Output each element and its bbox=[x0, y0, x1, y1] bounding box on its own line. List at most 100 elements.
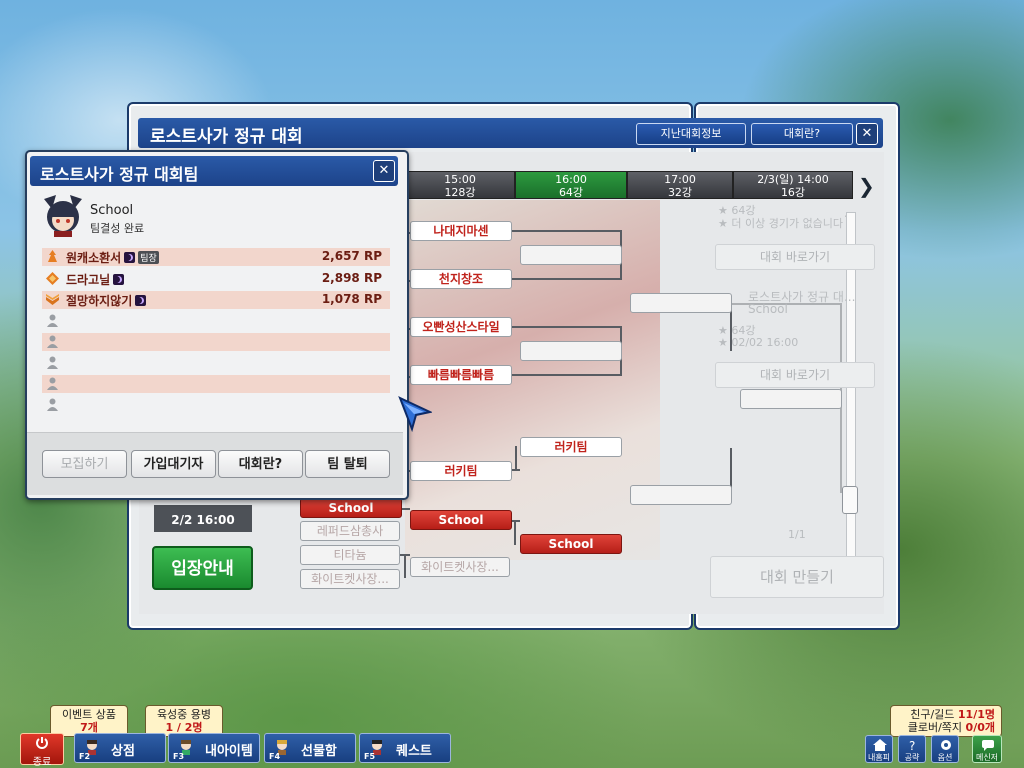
waitlist-button[interactable]: 가입대기자 bbox=[131, 450, 216, 478]
shop-button[interactable]: F2 상점 bbox=[74, 733, 166, 763]
bracket-team-slot[interactable]: 화이트켓사장... bbox=[300, 569, 400, 589]
bracket-scroll-thumb[interactable] bbox=[842, 486, 858, 514]
side-team-name: School bbox=[748, 302, 788, 316]
empty-member-slot bbox=[42, 354, 390, 372]
bracket-line bbox=[510, 374, 620, 376]
team-member-row[interactable]: 드라고닐 2,898 RP bbox=[42, 270, 390, 288]
timeline-time: 15:00 bbox=[444, 173, 476, 186]
team-member-row[interactable]: 절망하지않기 1,078 RP bbox=[42, 291, 390, 309]
clover-note-line: 클로버/쪽지 0/0개 bbox=[907, 721, 995, 734]
timeline-time: 2/3(일) 14:00 bbox=[757, 173, 829, 186]
team-popup-title: 로스트사가 정규 대회팀 bbox=[40, 165, 199, 184]
empty-person-icon bbox=[47, 335, 58, 348]
mouse-cursor-icon bbox=[398, 396, 432, 432]
timeline-round-16[interactable]: 2/3(일) 14:00 16강 bbox=[733, 171, 853, 199]
team-member-row[interactable]: 원캐소환서 팀장 2,657 RP bbox=[42, 248, 390, 266]
timeline-round: 16강 bbox=[780, 186, 806, 199]
leave-team-button[interactable]: 팀 탈퇴 bbox=[305, 450, 390, 478]
bracket-team-slot[interactable]: 천지창조 bbox=[410, 269, 512, 289]
timeline-round-32[interactable]: 17:00 32강 bbox=[627, 171, 733, 199]
timeline-round: 32강 bbox=[667, 186, 693, 199]
round-timeline: 15:00 128강 16:00 64강 17:00 32강 2/3(일) 14… bbox=[405, 171, 853, 199]
timeline-time: 16:00 bbox=[555, 173, 587, 186]
guide-label: 공략 bbox=[904, 753, 920, 762]
tournament-close-button[interactable]: ✕ bbox=[856, 123, 878, 145]
team-status: 팀결성 완료 bbox=[90, 222, 145, 235]
gift-box-button[interactable]: F4 선물함 bbox=[264, 733, 356, 763]
match-date-badge: 2/2 16:00 bbox=[154, 505, 252, 532]
my-items-fkey: F3 bbox=[173, 752, 185, 761]
my-items-button[interactable]: F3 내아이템 bbox=[168, 733, 260, 763]
bracket-empty-slot bbox=[520, 341, 622, 361]
options-button[interactable]: 옵션 bbox=[931, 735, 959, 763]
bracket-line bbox=[510, 230, 620, 232]
bracket-team-slot-highlighted[interactable]: School bbox=[410, 510, 512, 530]
timeline-next-arrow-icon[interactable]: ❯ bbox=[858, 174, 875, 198]
recruit-button[interactable]: 모집하기 bbox=[42, 450, 127, 478]
timeline-round: 128강 bbox=[444, 186, 476, 199]
gift-box-fkey: F4 bbox=[269, 752, 281, 761]
past-tournament-info-button[interactable]: 지난대회정보 bbox=[636, 123, 746, 145]
quest-label: 퀘스트 bbox=[396, 744, 432, 759]
member-rp: 2,898 RP bbox=[321, 271, 382, 285]
empty-person-icon bbox=[47, 398, 58, 411]
power-icon bbox=[36, 737, 48, 749]
bracket-team-slot[interactable]: 러키팀 bbox=[520, 437, 622, 457]
bracket-empty-slot bbox=[740, 389, 842, 409]
about-tournament-button[interactable]: 대회란? bbox=[751, 123, 853, 145]
side-go-to-tournament-button[interactable]: 대회 바로가기 bbox=[715, 362, 875, 388]
bracket-team-slot[interactable]: 러키팀 bbox=[410, 461, 512, 481]
bracket-team-slot-highlighted[interactable]: School bbox=[300, 498, 402, 518]
side-create-tournament-button[interactable]: 대회 만들기 bbox=[710, 556, 884, 598]
bracket-empty-slot bbox=[630, 485, 732, 505]
bracket-empty-slot bbox=[520, 245, 622, 265]
home-icon bbox=[873, 739, 887, 751]
quit-button[interactable]: 종료 bbox=[20, 733, 64, 768]
timeline-round: 64강 bbox=[558, 186, 584, 199]
rank-diamond-icon bbox=[46, 272, 59, 285]
entry-guide-button[interactable]: 입장안내 bbox=[152, 546, 253, 590]
friends-guild-line: 친구/길드 11/1명 bbox=[910, 708, 995, 721]
quest-fkey: F5 bbox=[364, 752, 376, 761]
member-name: 절망하지않기 bbox=[66, 292, 147, 309]
team-about-button[interactable]: 대회란? bbox=[218, 450, 303, 478]
bracket-empty-slot bbox=[630, 293, 732, 313]
messenger-button[interactable]: 메신저 bbox=[972, 735, 1002, 763]
moon-class-icon bbox=[113, 274, 125, 285]
bracket-team-slot[interactable]: 화이트켓사장... bbox=[410, 557, 510, 577]
messenger-label: 메신저 bbox=[975, 753, 999, 762]
moon-class-icon bbox=[124, 252, 136, 263]
rank-flame-icon bbox=[48, 250, 57, 262]
side-go-to-tournament-button[interactable]: 대회 바로가기 bbox=[715, 244, 875, 270]
rank-wings-icon bbox=[46, 294, 59, 305]
empty-person-icon bbox=[47, 314, 58, 327]
bracket-team-slot[interactable]: 티타늄 bbox=[300, 545, 400, 565]
timeline-round-128[interactable]: 15:00 128강 bbox=[405, 171, 515, 199]
bracket-line bbox=[510, 278, 620, 280]
timeline-time: 17:00 bbox=[664, 173, 696, 186]
gear-icon bbox=[941, 740, 951, 750]
training-mercs-title: 육성중 용병 bbox=[156, 708, 212, 721]
member-rp: 2,657 RP bbox=[321, 249, 382, 263]
bracket-line bbox=[510, 326, 620, 328]
quit-label: 종료 bbox=[32, 757, 52, 768]
leader-tag: 팀장 bbox=[138, 251, 159, 264]
guide-button[interactable]: ? 공략 bbox=[898, 735, 926, 763]
social-status-tooltip: 친구/길드 11/1명 클로버/쪽지 0/0개 bbox=[890, 705, 1002, 737]
member-name: 원캐소환서 팀장 bbox=[66, 251, 159, 265]
bracket-team-slot-highlighted[interactable]: School bbox=[520, 534, 622, 554]
options-label: 옵션 bbox=[937, 753, 953, 762]
quest-button[interactable]: F5 퀘스트 bbox=[359, 733, 451, 763]
bracket-team-slot[interactable]: 빠름빠름빠름 bbox=[410, 365, 512, 385]
timeline-round-64[interactable]: 16:00 64강 bbox=[515, 171, 627, 199]
team-popup-close-button[interactable]: ✕ bbox=[373, 160, 395, 182]
bracket-team-slot[interactable]: 오빤성산스타일 bbox=[410, 317, 512, 337]
homepage-button[interactable]: 내홈피 bbox=[865, 735, 893, 763]
empty-member-slot bbox=[42, 396, 390, 414]
empty-member-slot bbox=[42, 312, 390, 330]
bracket-team-slot[interactable]: 레퍼드삼총사 bbox=[300, 521, 400, 541]
guide-icon: ? bbox=[909, 739, 915, 751]
bracket-team-slot[interactable]: 나대지마센 bbox=[410, 221, 512, 241]
messenger-icon bbox=[982, 740, 994, 751]
bracket-line bbox=[515, 446, 517, 471]
